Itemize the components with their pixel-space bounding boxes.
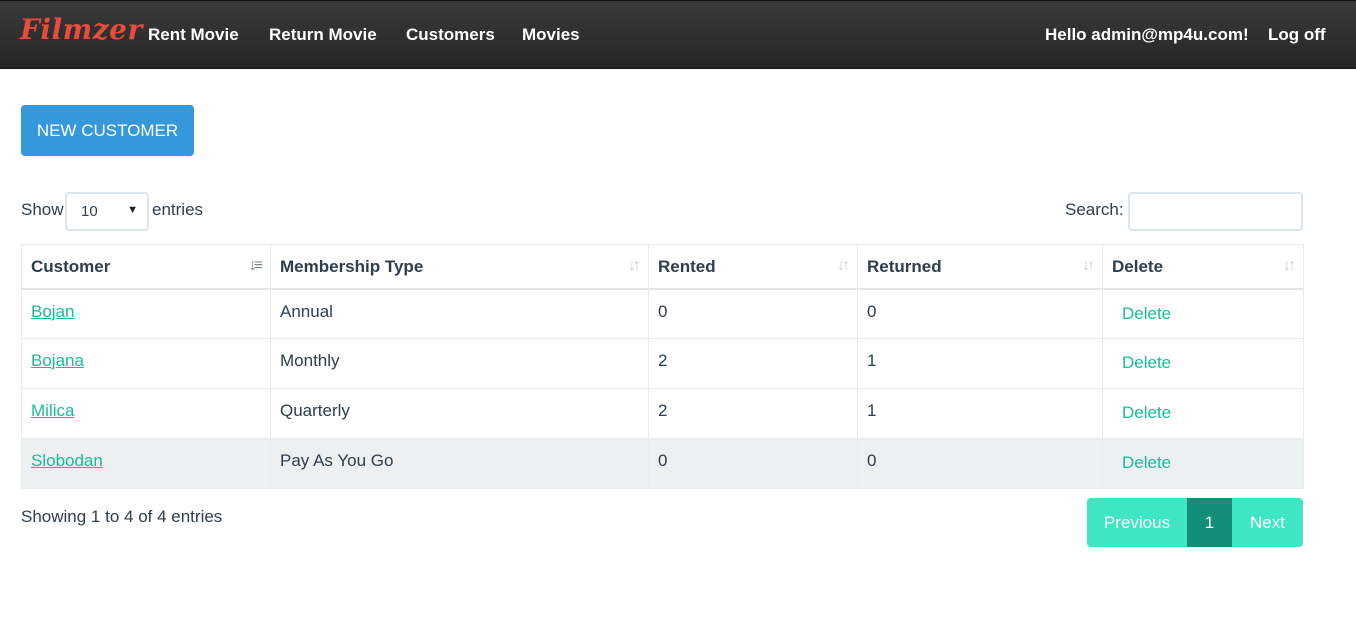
sort-ascending-icon: ↓≡ <box>248 257 263 274</box>
column-header-customer[interactable]: Customer ↓≡ <box>21 244 271 290</box>
delete-button[interactable]: Delete <box>1122 304 1171 324</box>
column-header-delete[interactable]: Delete ↓↑ <box>1102 244 1304 290</box>
chevron-down-icon: ▼ <box>127 204 138 216</box>
membership-cell: Annual <box>270 288 649 339</box>
nav-return-movie[interactable]: Return Movie <box>269 25 377 45</box>
returned-cell: 1 <box>857 388 1103 439</box>
entries-select-value: 10 <box>81 203 98 220</box>
customer-link[interactable]: Bojan <box>31 302 74 321</box>
user-greeting[interactable]: Hello admin@mp4u.com! <box>1045 25 1249 45</box>
sort-icon: ↓↑ <box>837 257 850 274</box>
returned-cell: 0 <box>857 438 1103 489</box>
page-1-button[interactable]: 1 <box>1187 498 1232 547</box>
rented-cell: 2 <box>648 338 858 389</box>
rented-cell: 0 <box>648 288 858 339</box>
entries-select[interactable]: 10 ▼ <box>65 192 149 231</box>
sort-icon: ↓↑ <box>1283 257 1296 274</box>
membership-cell: Quarterly <box>270 388 649 439</box>
customer-link[interactable]: Slobodan <box>31 451 103 470</box>
table-header-row: Customer ↓≡ Membership Type ↓↑ Rented ↓↑ Re… <box>21 244 1304 290</box>
top-navbar: Filmzer Rent Movie Return Movie Customer… <box>0 0 1356 69</box>
customer-link[interactable]: Bojana <box>31 351 84 370</box>
table-row: Slobodan Pay As You Go 0 0 Delete <box>21 438 1304 489</box>
nav-customers[interactable]: Customers <box>406 25 495 45</box>
column-header-membership-type[interactable]: Membership Type ↓↑ <box>270 244 649 290</box>
membership-cell: Pay As You Go <box>270 438 649 489</box>
rented-cell: 0 <box>648 438 858 489</box>
delete-button[interactable]: Delete <box>1122 353 1171 373</box>
table-row: Milica Quarterly 2 1 Delete <box>21 388 1304 439</box>
nav-movies[interactable]: Movies <box>522 25 580 45</box>
logoff-link[interactable]: Log off <box>1268 25 1326 45</box>
next-page-button[interactable]: Next <box>1232 498 1303 547</box>
search-label: Search: <box>1065 200 1124 219</box>
returned-cell: 1 <box>857 338 1103 389</box>
column-header-returned[interactable]: Returned ↓↑ <box>857 244 1103 290</box>
table-row: Bojan Annual 0 0 Delete <box>21 288 1304 339</box>
brand-logo[interactable]: Filmzer <box>20 13 143 46</box>
returned-cell: 0 <box>857 288 1103 339</box>
delete-button[interactable]: Delete <box>1122 403 1171 423</box>
search-input[interactable] <box>1128 192 1303 231</box>
table-row: Bojana Monthly 2 1 Delete <box>21 338 1304 389</box>
nav-rent-movie[interactable]: Rent Movie <box>148 25 239 45</box>
entries-label: entries <box>152 200 204 219</box>
pagination: Previous 1 Next <box>1087 498 1303 547</box>
customers-table: Customer ↓≡ Membership Type ↓↑ Rented ↓↑ Re… <box>21 244 1304 489</box>
sort-icon: ↓↑ <box>628 257 641 274</box>
column-header-rented[interactable]: Rented ↓↑ <box>648 244 858 290</box>
table-info: Showing 1 to 4 of 4 entries <box>21 507 223 526</box>
delete-button[interactable]: Delete <box>1122 453 1171 473</box>
customer-link[interactable]: Milica <box>31 401 74 420</box>
membership-cell: Monthly <box>270 338 649 389</box>
show-label: Show <box>21 200 64 219</box>
new-customer-button[interactable]: New Customer <box>21 105 194 156</box>
previous-page-button[interactable]: Previous <box>1087 498 1187 547</box>
rented-cell: 2 <box>648 388 858 439</box>
sort-icon: ↓↑ <box>1082 257 1095 274</box>
